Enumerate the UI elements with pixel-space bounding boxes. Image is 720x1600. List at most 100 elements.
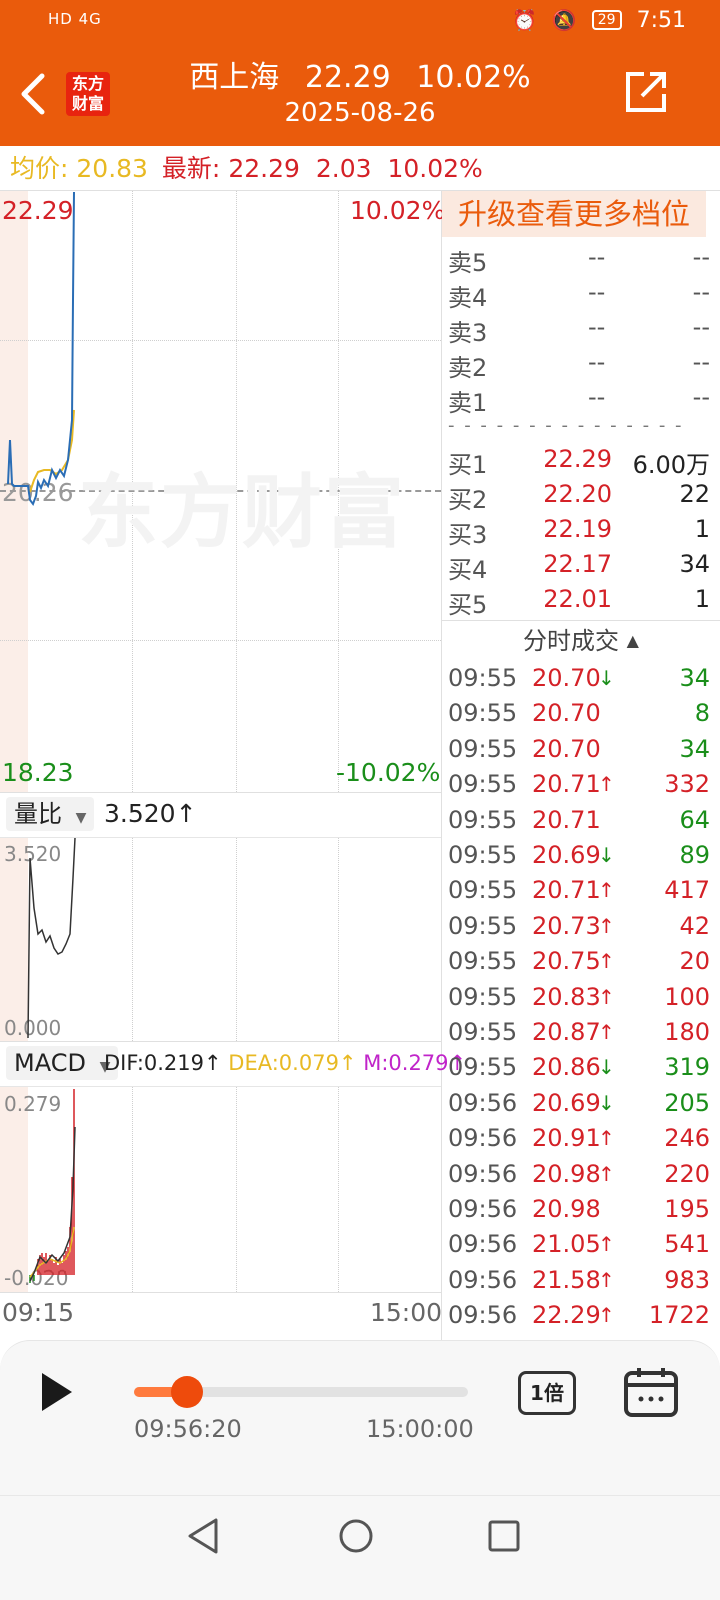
buy-order-row: 买1 22.29 6.00万 [448, 445, 710, 480]
trade-price: 20.70 [532, 734, 601, 763]
order-price: -- [588, 348, 606, 376]
order-level-label: 卖3 [448, 319, 488, 347]
order-level-label: 买4 [448, 556, 488, 584]
arrow-down-icon: ↓ [598, 1055, 615, 1080]
caret-up-icon: ▲ [626, 631, 639, 650]
arrow-up-icon: ↑ [598, 1232, 615, 1257]
trade-price: 20.98 [532, 1159, 601, 1188]
trade-row: 09:55 20.71 ↑ 332 [448, 770, 710, 805]
time-axis-end: 15:00 [370, 1298, 443, 1327]
trade-time: 09:56 [448, 1230, 518, 1259]
trade-volume: 8 [694, 699, 710, 728]
buy-order-row: 买5 22.01 1 [448, 585, 710, 620]
trade-volume: 34 [679, 734, 710, 763]
square-recents-icon [488, 1520, 520, 1552]
trade-price: 20.71 [532, 876, 601, 905]
arrow-up-icon: ↑ [598, 949, 615, 974]
order-level-label: 买1 [448, 451, 488, 479]
selector-label: 量比 [14, 800, 62, 828]
order-price: 22.29 [543, 445, 612, 473]
trades-header[interactable]: 分时成交 ▲ [442, 622, 720, 660]
trade-time: 09:55 [448, 734, 518, 763]
trade-time: 09:55 [448, 911, 518, 940]
buy-order-row: 买4 22.17 34 [448, 550, 710, 585]
buy-order-row: 买2 22.20 22 [448, 480, 710, 515]
play-button[interactable] [36, 1369, 80, 1419]
trade-price: 20.75 [532, 947, 601, 976]
trade-volume: 246 [664, 1124, 710, 1153]
trade-time: 09:55 [448, 982, 518, 1011]
sell-order-row: 卖5 -- -- [448, 243, 710, 278]
speed-button[interactable]: 1倍 [518, 1371, 576, 1415]
order-level-label: 买3 [448, 521, 488, 549]
external-link-icon [626, 72, 666, 112]
calendar-button[interactable] [624, 1367, 678, 1417]
nav-recents-button[interactable] [484, 1516, 524, 1556]
sell-order-row: 卖3 -- -- [448, 313, 710, 348]
order-volume: 6.00万 [632, 451, 710, 479]
order-volume: 1 [694, 585, 710, 613]
volume-ratio-value: 3.520↑ [104, 799, 197, 828]
nav-back-button[interactable] [184, 1516, 224, 1556]
trade-row: 09:56 20.98 ↑ 220 [448, 1160, 710, 1195]
trade-time: 09:55 [448, 699, 518, 728]
trade-time: 09:56 [448, 1195, 518, 1223]
trade-price: 21.58 [532, 1265, 601, 1294]
order-level-label: 卖5 [448, 249, 488, 277]
trade-time: 09:55 [448, 805, 518, 834]
trade-volume: 205 [664, 1088, 710, 1117]
order-volume: 1 [694, 515, 710, 543]
trade-volume: 983 [664, 1265, 710, 1294]
trade-volume: 100 [664, 982, 710, 1011]
volume-ratio-line [27, 838, 76, 1039]
sell-order-row: 卖4 -- -- [448, 278, 710, 313]
arrow-up-icon: ↑ [598, 913, 615, 938]
trade-volume: 64 [679, 805, 710, 834]
replay-player: 09:56:20 15:00:00 1倍 [0, 1340, 720, 1495]
share-button[interactable] [622, 68, 672, 118]
sell-order-row: 卖2 -- -- [448, 348, 710, 383]
trade-row: 09:55 20.69 ↓ 89 [448, 841, 710, 876]
order-price: 22.17 [543, 550, 612, 578]
trade-price: 20.86 [532, 1053, 601, 1082]
order-price: 22.19 [543, 515, 612, 543]
time-axis-start: 09:15 [2, 1298, 75, 1327]
trade-volume: 220 [664, 1159, 710, 1188]
trade-price: 20.69 [532, 1088, 601, 1117]
indicator-select-macd[interactable]: MACD ▼ [6, 1046, 119, 1080]
trade-time: 09:55 [448, 876, 518, 905]
upgrade-banner[interactable]: 升级查看更多档位 [442, 191, 706, 237]
arrow-up-icon: ↑ [598, 1303, 615, 1328]
trade-time: 09:55 [448, 1053, 518, 1082]
trade-row: 09:56 20.69 ↓ 205 [448, 1089, 710, 1124]
order-level-label: 卖1 [448, 389, 488, 417]
trade-row: 09:56 21.05 ↑ 541 [448, 1230, 710, 1265]
nav-home-button[interactable] [336, 1516, 376, 1556]
trade-volume: 1722 [648, 1301, 710, 1330]
trade-volume: 42 [679, 911, 710, 940]
arrow-up-icon: ↑ [598, 772, 615, 797]
order-price: -- [588, 243, 606, 271]
divider [0, 1041, 441, 1042]
trade-row: 09:55 20.70 8 [448, 699, 710, 734]
divider [442, 620, 720, 621]
trade-volume: 180 [664, 1018, 710, 1046]
indicator-select-volume-ratio[interactable]: 量比 ▼ [6, 797, 95, 831]
trade-time: 09:55 [448, 664, 518, 692]
trade-price: 20.69 [532, 841, 601, 869]
order-volume: -- [692, 348, 710, 376]
speed-label: 1倍 [530, 1381, 564, 1405]
order-price: 22.20 [543, 480, 612, 508]
price-line [7, 191, 75, 507]
progress-track[interactable] [134, 1376, 468, 1408]
buy-order-row: 买3 22.19 1 [448, 515, 710, 550]
mute-icon: 🔕 [551, 8, 577, 32]
trade-volume: 332 [664, 770, 710, 799]
arrow-down-icon: ↓ [598, 843, 615, 867]
progress-knob[interactable] [170, 1376, 203, 1408]
order-volume: 22 [679, 480, 710, 508]
macd-dea: DEA:0.079↑ [228, 1051, 357, 1075]
order-price: 22.01 [543, 585, 612, 613]
trade-price: 20.70 [532, 664, 601, 692]
order-volume: -- [692, 383, 710, 411]
